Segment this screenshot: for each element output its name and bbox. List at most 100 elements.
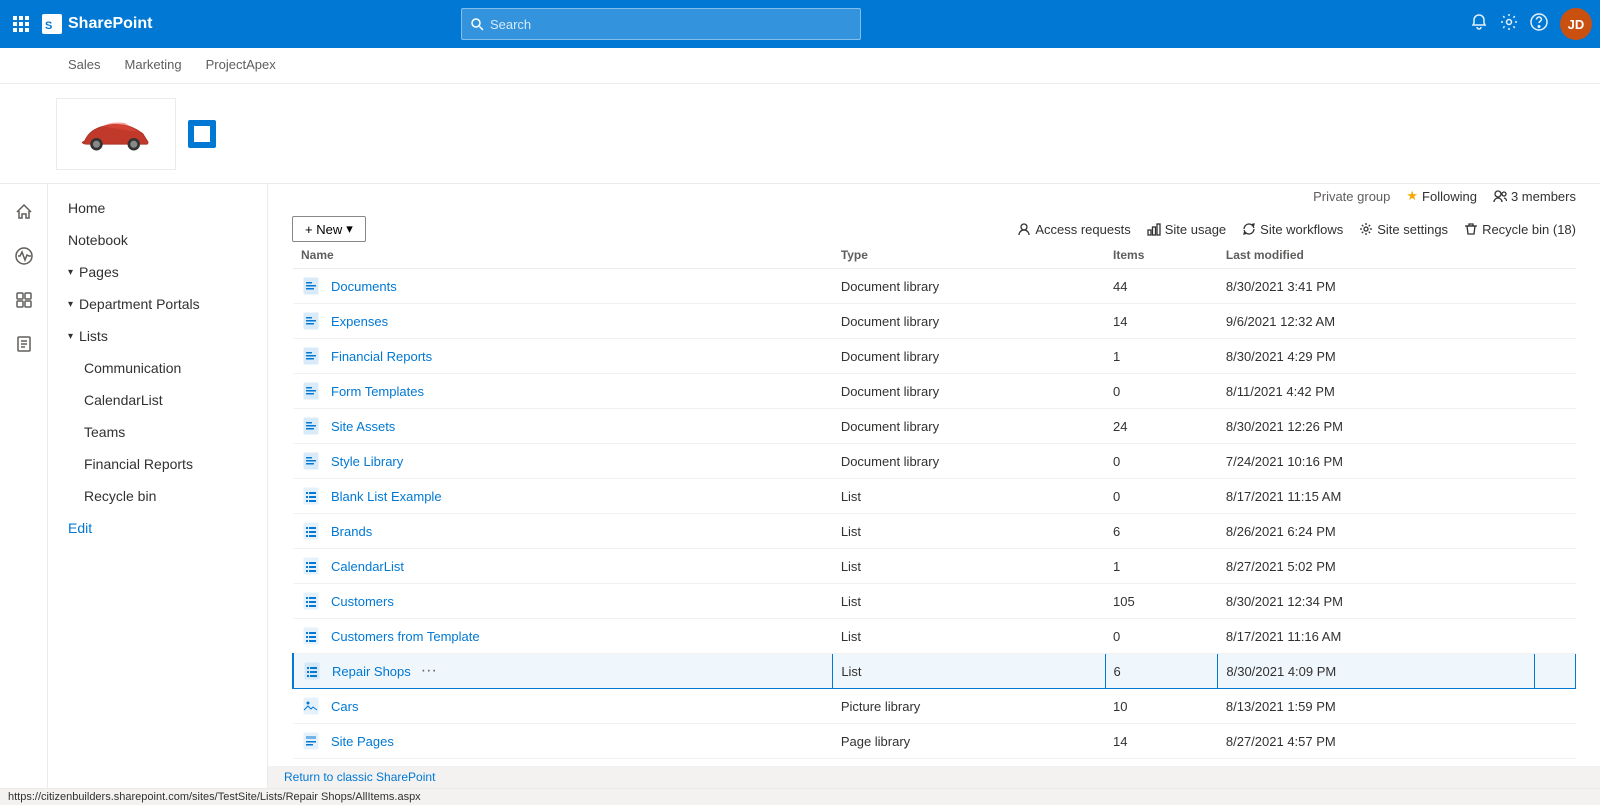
table-row[interactable]: CalendarList ··· List 1 8/27/2021 5:02 P… <box>293 549 1576 584</box>
table-row[interactable]: Site Assets ··· Document library 24 8/30… <box>293 409 1576 444</box>
notifications-icon[interactable] <box>1470 13 1488 36</box>
tab-projectapex[interactable]: ProjectApex <box>194 49 288 82</box>
row-count-cell: 0 <box>1105 374 1218 409</box>
row-extra-cell <box>1535 724 1576 759</box>
topbar: S SharePoint JD <box>0 0 1600 48</box>
chevron-down-icon: ▾ <box>346 221 353 237</box>
table-row[interactable]: Customers ··· List 105 8/30/2021 12:34 P… <box>293 584 1576 619</box>
row-type-cell: Document library <box>833 339 1105 374</box>
sidebar-item-communication[interactable]: Communication <box>48 352 267 384</box>
item-name-link[interactable]: Financial Reports <box>331 349 432 364</box>
sidebar-item-notebook[interactable]: Notebook <box>48 224 267 256</box>
classic-sharepoint-link[interactable]: Return to classic SharePoint <box>268 766 1600 788</box>
item-type-icon <box>301 521 321 541</box>
search-input[interactable] <box>490 17 852 32</box>
item-name-link[interactable]: Style Library <box>331 454 403 469</box>
sidebar-toggle-lists[interactable]: ▾ Lists <box>48 320 267 352</box>
sidebar-item-teams[interactable]: Teams <box>48 416 267 448</box>
item-name-link[interactable]: Cars <box>331 699 358 714</box>
rail-pages-icon[interactable] <box>4 324 44 364</box>
row-date-cell: 8/11/2021 4:42 PM <box>1218 374 1535 409</box>
table-row[interactable]: Expenses ··· Document library 14 9/6/202… <box>293 304 1576 339</box>
table-row[interactable]: Customers from Template ··· List 0 8/17/… <box>293 619 1576 654</box>
following-button[interactable]: ★ Following <box>1406 188 1477 204</box>
item-name-link[interactable]: Site Assets <box>331 419 395 434</box>
rail-activity-icon[interactable] <box>4 236 44 276</box>
row-name-cell: CalendarList ··· <box>293 549 833 584</box>
tab-marketing[interactable]: Marketing <box>113 49 194 82</box>
row-extra-cell <box>1535 759 1576 767</box>
sidebar-item-home[interactable]: Home <box>48 192 267 224</box>
item-name-link[interactable]: Documents <box>331 279 397 294</box>
row-name-cell: Repair Shops ··· <box>293 654 833 689</box>
col-name: Name <box>293 242 833 269</box>
tab-sales[interactable]: Sales <box>56 49 113 82</box>
sidebar-toggle-pages[interactable]: ▾ Pages <box>48 256 267 288</box>
search-bar[interactable] <box>461 8 861 40</box>
col-actions <box>1535 242 1576 269</box>
item-type-icon <box>301 416 321 436</box>
item-name-link[interactable]: Form Templates <box>331 384 424 399</box>
row-name-cell: Cars ··· <box>293 689 833 724</box>
sidebar-item-calendarlist[interactable]: CalendarList <box>48 384 267 416</box>
row-type-cell: Document library <box>833 269 1105 304</box>
item-name-link[interactable]: Blank List Example <box>331 489 442 504</box>
row-action-button[interactable]: ··· <box>415 660 443 682</box>
sidebar-item-recycle-bin[interactable]: Recycle bin <box>48 480 267 512</box>
site-workflows-link[interactable]: Site workflows <box>1242 222 1343 237</box>
item-name-link[interactable]: CalendarList <box>331 559 404 574</box>
avatar[interactable]: JD <box>1560 8 1592 40</box>
table-row[interactable]: Blank List Example ··· List 0 8/17/2021 … <box>293 479 1576 514</box>
sidebar-toggle-dept-portals[interactable]: ▾ Department Portals <box>48 288 267 320</box>
item-type-icon <box>301 556 321 576</box>
list-table-container: Name Type Items Last modified Documents … <box>268 242 1600 766</box>
site-usage-link[interactable]: Site usage <box>1147 222 1226 237</box>
table-row[interactable]: Repair Shops ··· List 6 8/30/2021 4:09 P… <box>293 654 1576 689</box>
row-count-cell: 6 <box>1105 654 1218 689</box>
rail-home-icon[interactable] <box>4 192 44 232</box>
chevron-down-icon: ▾ <box>68 299 73 310</box>
site-settings-link[interactable]: Site settings <box>1359 222 1448 237</box>
rail-sites-icon[interactable] <box>4 280 44 320</box>
item-name-link[interactable]: Customers from Template <box>331 629 480 644</box>
item-name-link[interactable]: Expenses <box>331 314 388 329</box>
sidebar-item-financial-reports[interactable]: Financial Reports <box>48 448 267 480</box>
toolbar-left: + New ▾ <box>292 216 366 242</box>
table-row[interactable]: TeamCalendar ··· Events list 0 8/27/2021… <box>293 759 1576 767</box>
row-name-cell: Site Pages ··· <box>293 724 833 759</box>
table-row[interactable]: Brands ··· List 6 8/26/2021 6:24 PM <box>293 514 1576 549</box>
row-extra-cell <box>1535 479 1576 514</box>
row-extra-cell <box>1535 444 1576 479</box>
settings-icon[interactable] <box>1500 13 1518 36</box>
item-name-link[interactable]: Repair Shops <box>332 664 411 679</box>
item-name-link[interactable]: Brands <box>331 524 372 539</box>
recycle-bin-link[interactable]: Recycle bin (18) <box>1464 222 1576 237</box>
table-row[interactable]: Documents ··· Document library 44 8/30/2… <box>293 269 1576 304</box>
app-logo: S SharePoint <box>42 14 152 34</box>
col-modified: Last modified <box>1218 242 1535 269</box>
row-extra-cell <box>1535 689 1576 724</box>
row-count-cell: 105 <box>1105 584 1218 619</box>
new-button[interactable]: + New ▾ <box>292 216 366 242</box>
row-type-cell: List <box>833 549 1105 584</box>
access-requests-link[interactable]: Access requests <box>1017 222 1130 237</box>
sidebar: Home Notebook ▾ Pages ▾ Department Porta… <box>48 184 268 788</box>
item-name-link[interactable]: Site Pages <box>331 734 394 749</box>
row-name-cell: TeamCalendar ··· <box>293 759 833 767</box>
table-row[interactable]: Form Templates ··· Document library 0 8/… <box>293 374 1576 409</box>
main-layout: Home Notebook ▾ Pages ▾ Department Porta… <box>0 184 1600 788</box>
row-date-cell: 8/30/2021 4:09 PM <box>1218 654 1535 689</box>
table-row[interactable]: Cars ··· Picture library 10 8/13/2021 1:… <box>293 689 1576 724</box>
waffle-icon[interactable] <box>8 11 34 37</box>
table-row[interactable]: Financial Reports ··· Document library 1… <box>293 339 1576 374</box>
item-type-icon <box>302 661 322 681</box>
table-row[interactable]: Site Pages ··· Page library 14 8/27/2021… <box>293 724 1576 759</box>
row-extra-cell <box>1535 304 1576 339</box>
sidebar-edit-link[interactable]: Edit <box>48 512 267 544</box>
item-type-icon <box>301 591 321 611</box>
row-count-cell: 10 <box>1105 689 1218 724</box>
star-icon: ★ <box>1406 188 1418 204</box>
help-icon[interactable] <box>1530 13 1548 36</box>
table-row[interactable]: Style Library ··· Document library 0 7/2… <box>293 444 1576 479</box>
item-name-link[interactable]: Customers <box>331 594 394 609</box>
